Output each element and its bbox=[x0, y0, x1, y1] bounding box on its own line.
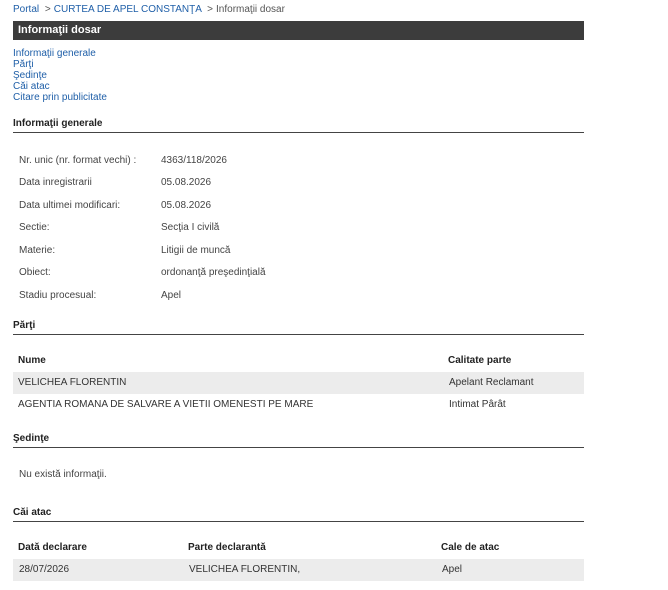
info-value: Litigii de muncă bbox=[161, 245, 231, 256]
section-heading-parti: Părţi bbox=[13, 320, 584, 335]
cai-atac-table: Dată declarare Parte declarantă Cale de … bbox=[13, 537, 584, 581]
parti-table: Nume Calitate parte VELICHEA FLORENTIN A… bbox=[13, 350, 584, 416]
column-header-cale-atac: Cale de atac bbox=[441, 542, 500, 553]
info-value: Apel bbox=[161, 290, 182, 301]
table-row: AGENTIA ROMANA DE SALVARE A VIETII OMENE… bbox=[13, 394, 584, 416]
section-heading-general: Informaţii generale bbox=[13, 118, 584, 133]
appeal-party: VELICHEA FLORENTIN, bbox=[189, 564, 301, 575]
info-value: Secţia I civilă bbox=[161, 222, 220, 233]
breadcrumb-court-link[interactable]: CURTEA DE APEL CONSTANŢA bbox=[54, 4, 202, 15]
nav-link-citare-publicitate[interactable]: Citare prin publicitate bbox=[13, 92, 107, 103]
table-header-row: Nume Calitate parte bbox=[13, 350, 584, 372]
info-label: Materie: bbox=[19, 245, 56, 256]
breadcrumb-separator: > bbox=[44, 4, 51, 15]
nav-link-informatii-generale[interactable]: Informaţii generale bbox=[13, 48, 107, 59]
breadcrumb-current: Informaţii dosar bbox=[216, 4, 285, 15]
info-value: ordonanţă preşedinţială bbox=[161, 267, 266, 278]
info-label: Sectie: bbox=[19, 222, 50, 233]
info-label: Nr. unic (nr. format vechi) : bbox=[19, 155, 137, 166]
info-label: Stadiu procesual: bbox=[19, 290, 97, 301]
column-header-calitate: Calitate parte bbox=[448, 355, 512, 366]
party-role: Apelant Reclamant bbox=[449, 377, 534, 388]
appeal-type: Apel bbox=[442, 564, 463, 575]
nav-link-sedinte[interactable]: Şedinţe bbox=[13, 70, 107, 81]
info-label: Data inregistrarii bbox=[19, 177, 92, 188]
breadcrumb-portal-link[interactable]: Portal bbox=[13, 4, 39, 15]
info-label: Obiect: bbox=[19, 267, 51, 278]
nav-link-parti[interactable]: Părţi bbox=[13, 59, 107, 70]
breadcrumb: Portal > CURTEA DE APEL CONSTANŢA > Inform… bbox=[13, 4, 285, 15]
info-label: Data ultimei modificari: bbox=[19, 200, 121, 211]
column-header-data-declarare: Dată declarare bbox=[18, 542, 87, 553]
column-header-nume: Nume bbox=[18, 355, 46, 366]
info-value: 05.08.2026 bbox=[161, 177, 212, 188]
appeal-date: 28/07/2026 bbox=[19, 564, 70, 575]
empty-state-text: Nu există informaţii. bbox=[19, 469, 107, 480]
section-heading-sedinte: Şedinţe bbox=[13, 433, 584, 448]
table-header-row: Dată declarare Parte declarantă Cale de … bbox=[13, 537, 584, 559]
party-role: Intimat Pârât bbox=[449, 399, 506, 410]
party-name: VELICHEA FLORENTIN bbox=[18, 377, 127, 388]
table-row: 28/07/2026 VELICHEA FLORENTIN, Apel bbox=[13, 559, 584, 581]
section-nav: Informaţii generale Părţi Şedinţe Căi at… bbox=[13, 48, 107, 103]
page-title: Informaţii dosar bbox=[13, 21, 584, 40]
info-value: 05.08.2026 bbox=[161, 200, 212, 211]
info-value: 4363/118/2026 bbox=[161, 155, 227, 166]
nav-link-cai-atac[interactable]: Căi atac bbox=[13, 81, 107, 92]
party-name: AGENTIA ROMANA DE SALVARE A VIETII OMENE… bbox=[18, 399, 314, 410]
table-row: VELICHEA FLORENTIN Apelant Reclamant bbox=[13, 372, 584, 394]
breadcrumb-separator: > bbox=[207, 4, 214, 15]
column-header-parte-declaranta: Parte declarantă bbox=[188, 542, 266, 553]
section-heading-cai-atac: Căi atac bbox=[13, 507, 584, 522]
